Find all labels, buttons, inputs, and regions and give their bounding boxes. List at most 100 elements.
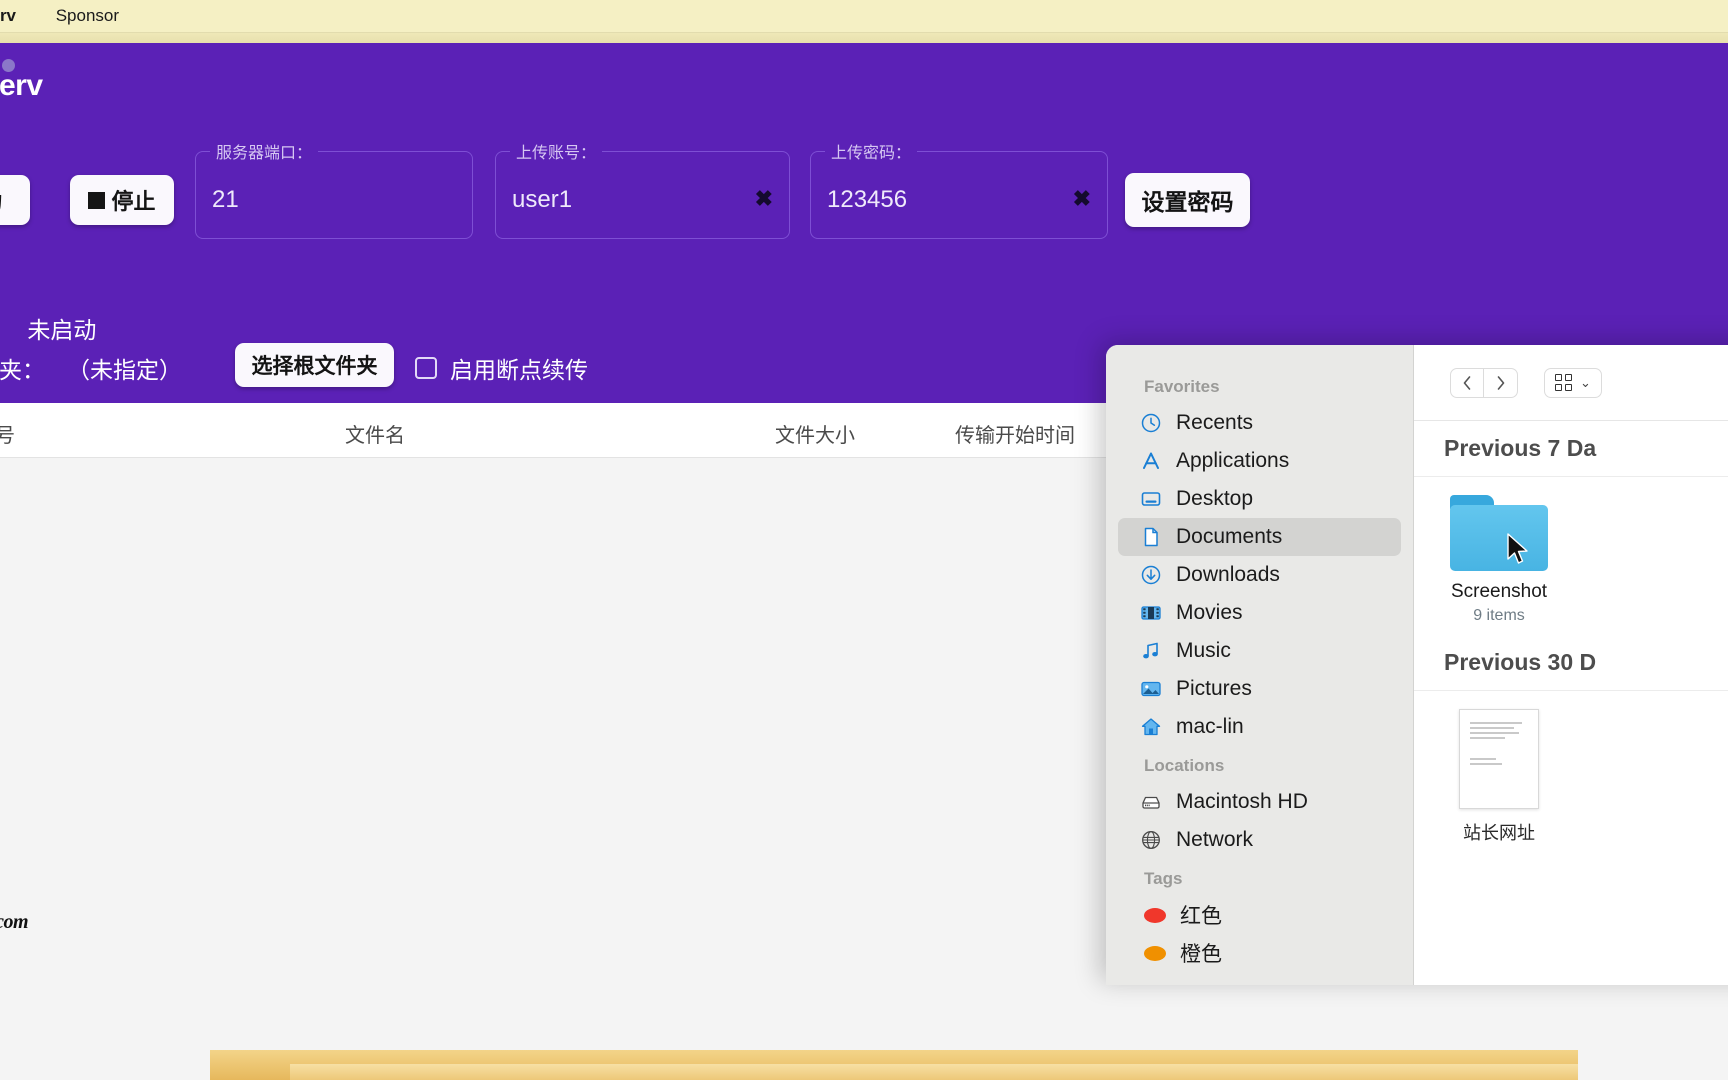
sidebar-item-mac-lin[interactable]: mac-lin — [1118, 708, 1401, 746]
sidebar-group-title-tags: Tags — [1144, 869, 1183, 888]
root-folder-row: 根文件夹： （未指定） — [0, 351, 182, 385]
sidebar-item-movies[interactable]: Movies — [1118, 594, 1401, 632]
sidebar-item-music[interactable]: Music — [1118, 632, 1401, 670]
menubar-app-name[interactable]: p-Serv — [0, 6, 16, 26]
sidebar-item-macintosh-hd[interactable]: Macintosh HD — [1118, 783, 1401, 821]
sidebar-item-label: Network — [1176, 828, 1254, 851]
server-port-field[interactable]: 服务器端口： 21 — [195, 139, 473, 239]
watermark-text: MacW.com — [0, 902, 29, 936]
finder-window: Favorites Recents Applications Desktop Docum… — [1106, 345, 1728, 985]
chevron-right-icon — [1497, 375, 1504, 390]
sidebar-group-title-favorites: Favorites — [1144, 377, 1220, 396]
clock-icon — [1140, 412, 1162, 434]
file-meta: 9 items — [1473, 607, 1525, 624]
chevron-left-icon — [1463, 375, 1471, 390]
set-password-label: 设置密码 — [1141, 189, 1234, 215]
start-button-label: 启动 — [0, 184, 2, 216]
sidebar-item-label: Downloads — [1176, 563, 1280, 586]
column-header-filename: 文件名 — [345, 425, 405, 447]
grid-view-icon — [1555, 374, 1572, 391]
server-status: 状态： 未启动 — [0, 311, 96, 345]
picture-icon — [1140, 678, 1162, 700]
stop-square-icon — [88, 191, 106, 209]
file-name: 站长网址 — [1463, 823, 1535, 843]
music-note-icon — [1140, 640, 1162, 662]
sidebar-item-label: Movies — [1176, 601, 1243, 624]
mouse-cursor-icon — [1507, 533, 1528, 564]
file-item[interactable]: 站长网址 — [1414, 709, 1584, 845]
stop-server-button[interactable]: 停止 — [70, 175, 174, 225]
desktop-wallpaper-strip-2 — [290, 1064, 1578, 1080]
sidebar-item-desktop[interactable]: Desktop — [1118, 480, 1401, 518]
chevron-down-icon[interactable]: ⌄ — [1580, 375, 1591, 391]
back-button[interactable] — [1450, 367, 1484, 398]
navigation-buttons — [1450, 367, 1518, 398]
sidebar-item-applications[interactable]: Applications — [1118, 442, 1401, 480]
menubar-item-sponsor[interactable]: Sponsor — [56, 6, 119, 26]
sidebar-item-label: Desktop — [1176, 487, 1254, 510]
menubar-shadow — [0, 33, 1728, 43]
applications-icon — [1140, 450, 1162, 472]
finder-sidebar: Favorites Recents Applications Desktop Docum… — [1106, 345, 1414, 985]
file-section-body: Screenshot 9 items — [1414, 477, 1728, 635]
hard-drive-icon — [1140, 791, 1162, 813]
sidebar-item-红色[interactable]: 红色 — [1118, 896, 1401, 934]
upload-password-label: 上传密码： — [825, 139, 918, 163]
status-value: 未启动 — [27, 317, 97, 343]
macos-menu-bar: p-Serv Sponsor — [0, 0, 1728, 33]
finder-toolbar: ⌄ — [1414, 345, 1728, 421]
clear-account-icon[interactable]: ✖ — [755, 188, 773, 210]
upload-password-value[interactable]: 123456 — [827, 186, 907, 214]
sidebar-item-label: mac-lin — [1176, 715, 1244, 738]
sidebar-group-title-locations: Locations — [1144, 756, 1225, 775]
server-port-value[interactable]: 21 — [212, 186, 239, 214]
pick-root-folder-label: 选择根文件夹 — [251, 355, 378, 378]
set-password-button[interactable]: 设置密码 — [1125, 173, 1250, 227]
download-icon — [1140, 564, 1162, 586]
globe-icon — [1140, 829, 1162, 851]
checkbox-box-icon[interactable] — [415, 357, 437, 379]
sidebar-item-downloads[interactable]: Downloads — [1118, 556, 1401, 594]
film-icon — [1140, 602, 1162, 624]
resume-transfer-label: 启用断点续传 — [450, 357, 588, 383]
watermark-suffix: .com — [0, 911, 29, 933]
file-section-body: 站长网址 — [1414, 691, 1728, 855]
upload-account-field[interactable]: 上传账号： user1 ✖ — [495, 139, 790, 239]
upload-password-field[interactable]: 上传密码： 123456 ✖ — [810, 139, 1108, 239]
resume-transfer-checkbox[interactable]: 启用断点续传 — [415, 351, 588, 385]
sidebar-item-recents[interactable]: Recents — [1118, 404, 1401, 442]
column-header-starttime: 传输开始时间 — [955, 425, 1075, 447]
file-item[interactable]: Screenshot 9 items — [1414, 495, 1584, 625]
tag-dot-orange — [1144, 945, 1166, 961]
pick-root-folder-button[interactable]: 选择根文件夹 — [235, 343, 394, 387]
tag-dot-red — [1144, 907, 1166, 923]
macw-watermark: M MacW.com — [0, 895, 29, 943]
file-section-header: Previous 7 Da — [1414, 421, 1728, 477]
column-header-filesize: 文件大小 — [775, 425, 855, 447]
start-server-button[interactable]: 启动 — [0, 175, 30, 225]
folder-icon — [1450, 495, 1548, 571]
document-icon — [1140, 526, 1162, 548]
sidebar-item-pictures[interactable]: Pictures — [1118, 670, 1401, 708]
server-port-label: 服务器端口： — [210, 139, 319, 163]
view-mode-button[interactable]: ⌄ — [1544, 367, 1602, 398]
sidebar-item-橙色[interactable]: 橙色 — [1118, 934, 1401, 972]
upload-account-label: 上传账号： — [510, 139, 603, 163]
desktop-icon — [1140, 488, 1162, 510]
upload-account-value[interactable]: user1 — [512, 186, 572, 214]
clear-password-icon[interactable]: ✖ — [1073, 188, 1091, 210]
sidebar-item-label: Music — [1176, 639, 1231, 662]
app-title-bar: -Serv F 20 — [0, 43, 1728, 135]
sidebar-item-network[interactable]: Network — [1118, 821, 1401, 859]
file-name: Screenshot — [1450, 581, 1548, 602]
sidebar-item-label: 红色 — [1180, 905, 1222, 928]
file-section-header: Previous 30 D — [1414, 635, 1728, 691]
sidebar-item-label: Pictures — [1176, 677, 1252, 700]
forward-button[interactable] — [1484, 367, 1518, 398]
root-folder-label: 根文件夹： — [0, 357, 45, 383]
stop-button-label: 停止 — [111, 189, 156, 214]
sidebar-item-label: Applications — [1176, 449, 1290, 472]
server-controls-row: 启动 停止 服务器端口： 21 上传账号： user1 ✖ 上传密码： 1234… — [0, 139, 1728, 243]
document-thumbnail — [1459, 709, 1539, 809]
sidebar-item-documents[interactable]: Documents — [1118, 518, 1401, 556]
